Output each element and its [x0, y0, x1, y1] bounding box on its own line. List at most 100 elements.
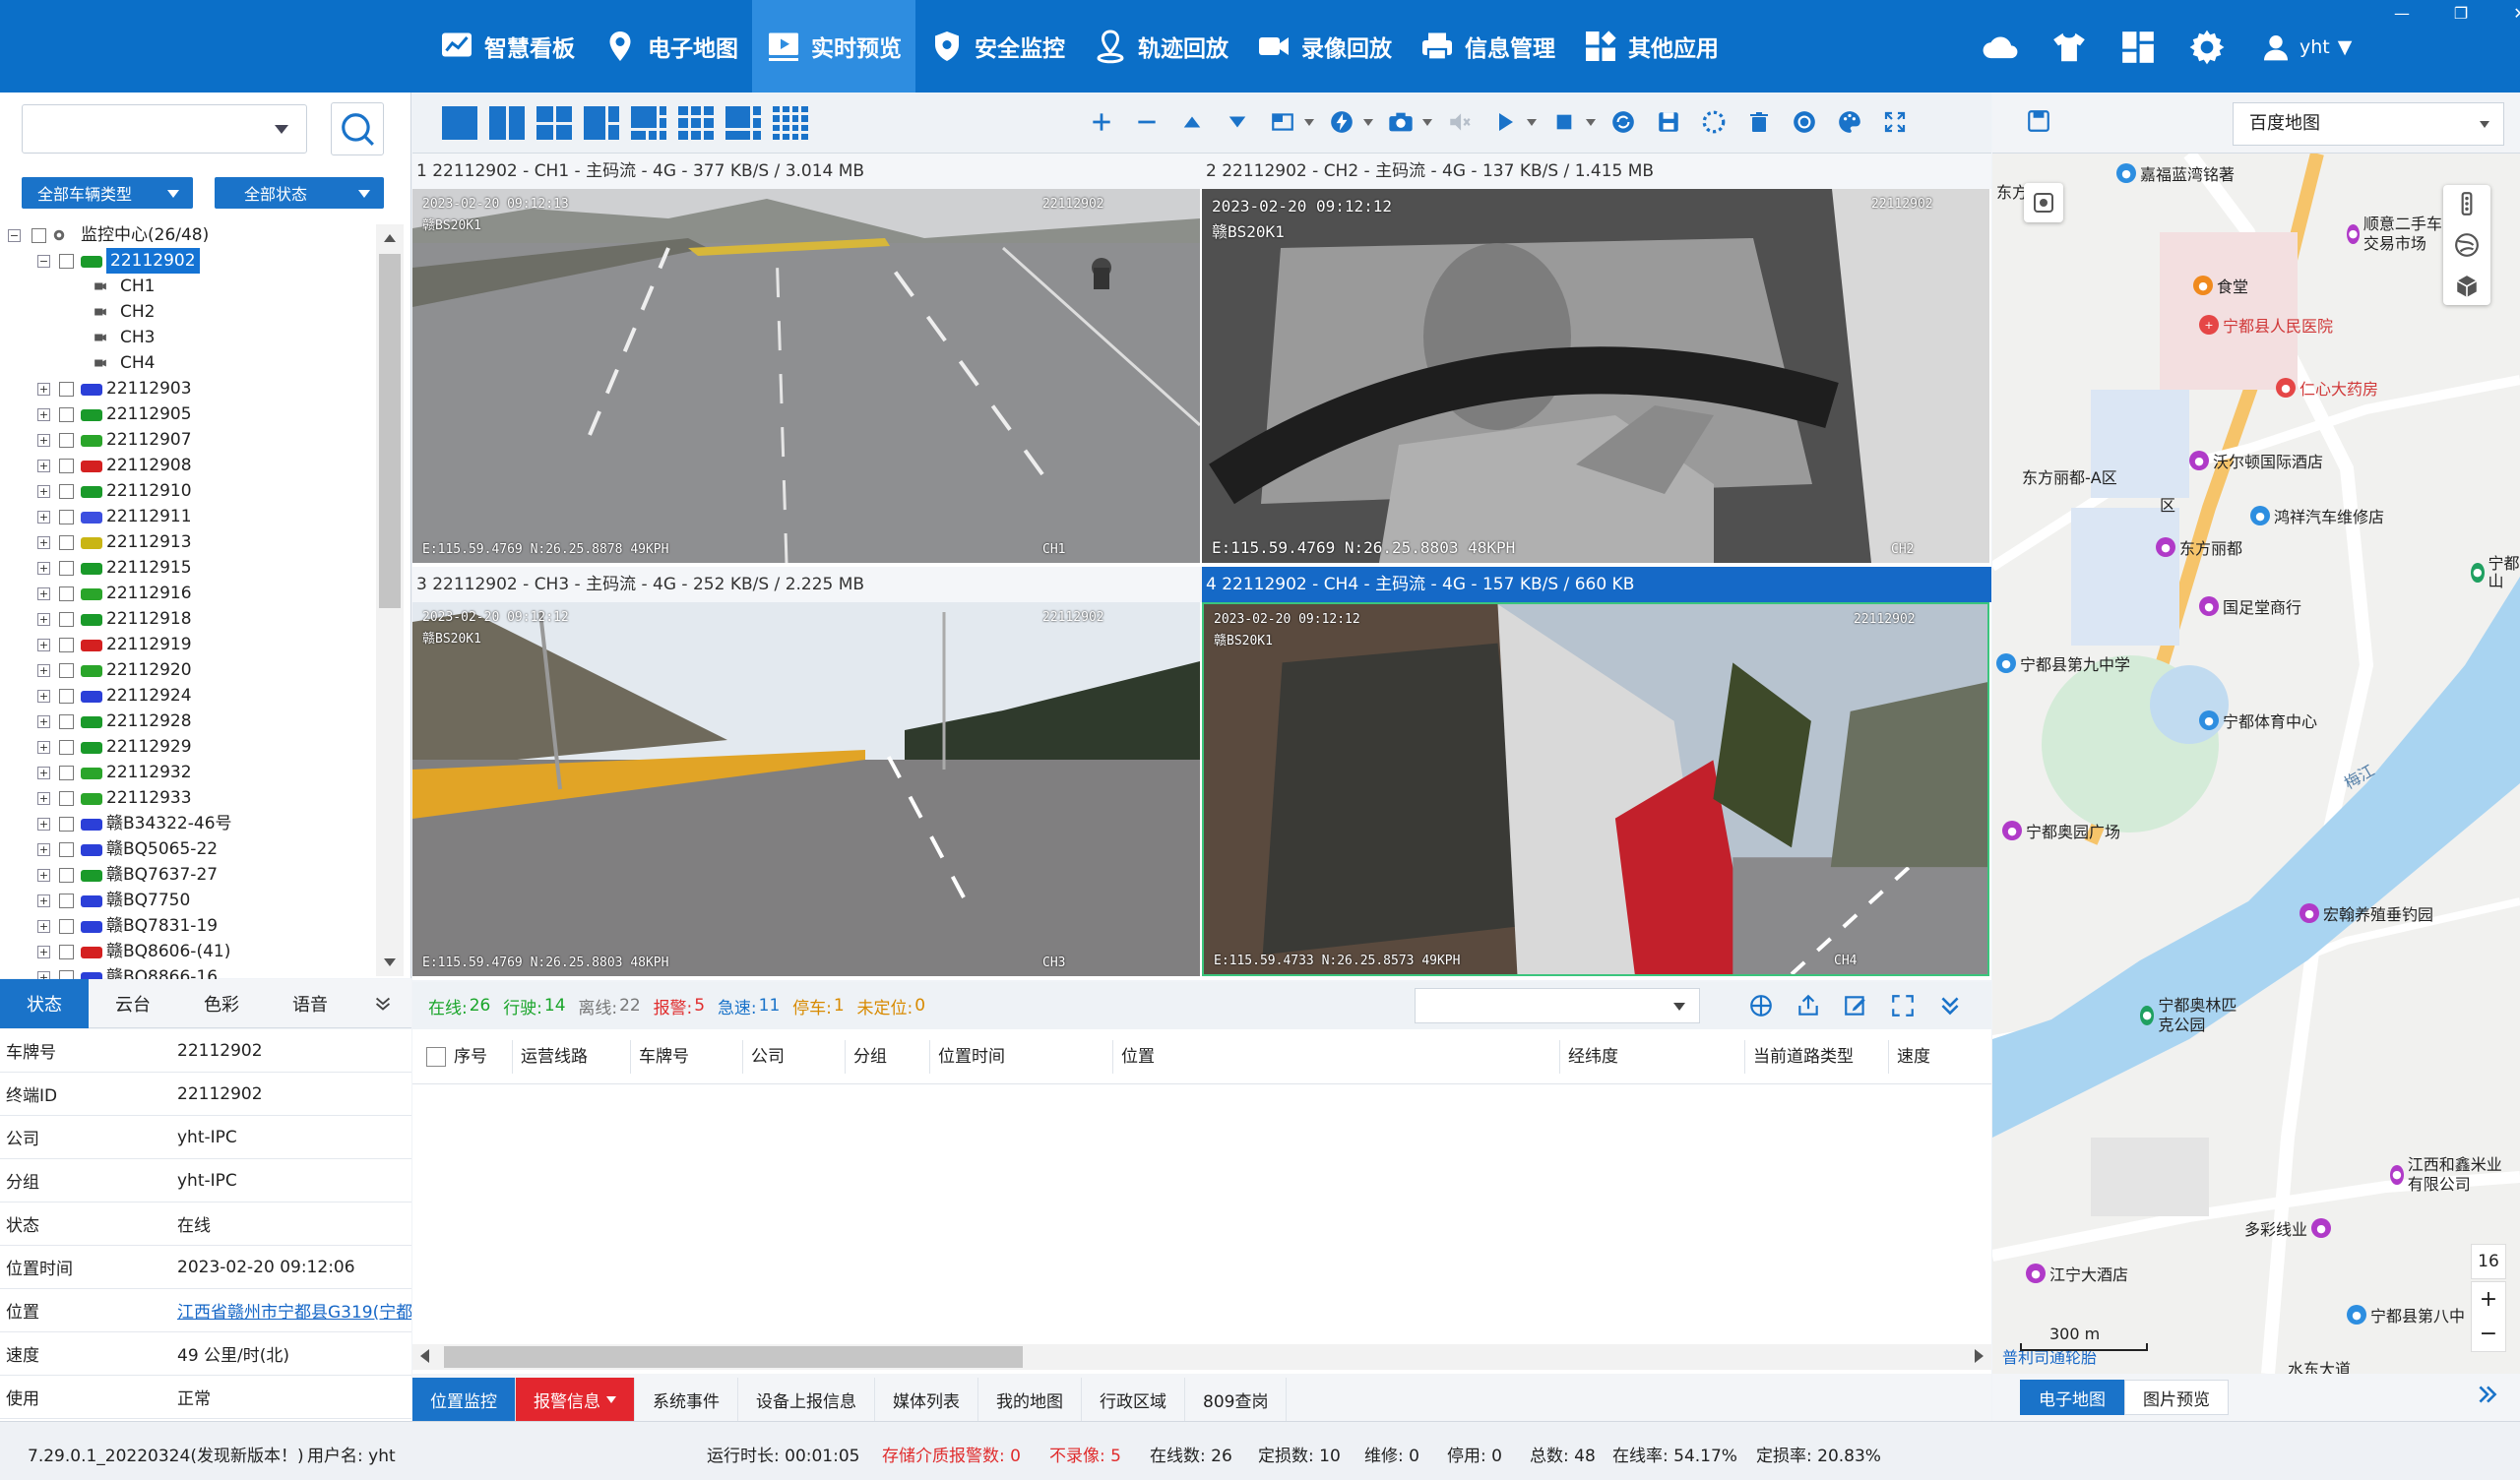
- tree-checkbox[interactable]: [59, 842, 74, 857]
- tree-checkbox[interactable]: [59, 535, 74, 550]
- tree-checkbox[interactable]: [59, 714, 74, 729]
- tree-vehicle[interactable]: +22112928: [0, 709, 374, 734]
- tree-vehicle[interactable]: +22112932: [0, 760, 374, 785]
- move-down-button[interactable]: [1220, 104, 1255, 140]
- play-button[interactable]: [1487, 104, 1537, 140]
- collapse-button[interactable]: [1932, 988, 1968, 1023]
- tab-electronic-map[interactable]: 电子地图: [2020, 1380, 2124, 1415]
- tree-vehicle[interactable]: +22112903: [0, 376, 374, 401]
- tree-checkbox[interactable]: [59, 766, 74, 780]
- tab-color[interactable]: 色彩: [177, 979, 266, 1028]
- globe-icon[interactable]: [2454, 232, 2480, 258]
- layout-9-button[interactable]: [678, 106, 714, 140]
- tab-alarm-info[interactable]: 报警信息: [516, 1378, 635, 1421]
- tree-vehicle[interactable]: +22112915: [0, 555, 374, 581]
- tree-channel[interactable]: CH3: [0, 325, 374, 350]
- tree-checkbox[interactable]: [59, 459, 74, 473]
- col-position-time[interactable]: 位置时间: [930, 1039, 1113, 1074]
- tree-checkbox[interactable]: [59, 433, 74, 448]
- collapse-button[interactable]: [354, 979, 411, 1027]
- expand-toggle[interactable]: +: [37, 562, 50, 575]
- col-plate[interactable]: 车牌号: [631, 1039, 743, 1074]
- tree-vehicle[interactable]: +22112920: [0, 657, 374, 683]
- settings-button[interactable]: [2185, 26, 2229, 69]
- table-horizontal-scrollbar[interactable]: [412, 1344, 1991, 1370]
- maximize-button[interactable]: ❐: [2441, 4, 2481, 23]
- status-dropdown[interactable]: [1415, 988, 1700, 1023]
- map-save-button[interactable]: [2026, 108, 2051, 139]
- expand-toggle[interactable]: +: [37, 946, 50, 958]
- tree-vehicle[interactable]: + 赣BQ7750: [0, 888, 374, 913]
- video-cell-3[interactable]: 3 22112902 - CH3 - 主码流 - 4G - 252 KB/S /…: [412, 567, 1202, 980]
- layout-6-button[interactable]: [584, 106, 619, 140]
- expand-toggle[interactable]: +: [37, 587, 50, 600]
- tree-checkbox[interactable]: [59, 612, 74, 627]
- expand-toggle[interactable]: +: [37, 460, 50, 472]
- expand-toggle[interactable]: +: [37, 715, 50, 728]
- vehicle-type-filter[interactable]: 全部车辆类型: [22, 177, 193, 209]
- map-poi[interactable]: + 宁都县人民医院: [2199, 313, 2333, 337]
- tree-vehicle[interactable]: + 赣B34322-46号: [0, 811, 374, 836]
- map-poi[interactable]: 东方丽都-A区: [2022, 464, 2117, 488]
- map-poi[interactable]: ● 宏翰养殖垂钓园: [2300, 901, 2433, 925]
- zoom-out-button[interactable]: −: [2480, 1322, 2497, 1346]
- nav-other-apps[interactable]: 其他应用: [1569, 0, 1732, 92]
- nav-live-preview[interactable]: 实时预览: [752, 0, 915, 92]
- scroll-right-icon[interactable]: [1975, 1349, 1984, 1363]
- tree-checkbox[interactable]: [59, 894, 74, 908]
- tree-vehicle[interactable]: +22112910: [0, 478, 374, 504]
- tree-vehicle[interactable]: +22112919: [0, 632, 374, 657]
- tree-channel[interactable]: CH1: [0, 274, 374, 299]
- tree-vehicle[interactable]: +22112916: [0, 581, 374, 606]
- tree-vehicle[interactable]: +22112907: [0, 427, 374, 453]
- tab-system-events[interactable]: 系统事件: [635, 1378, 738, 1421]
- tab-device-report[interactable]: 设备上报信息: [738, 1378, 875, 1421]
- tree-root[interactable]: − 监控中心(26/48): [0, 222, 374, 248]
- video-frame[interactable]: 2023-02-20 09:12:12 赣BS20K1 22112902 E:1…: [1202, 602, 1989, 976]
- video-frame[interactable]: 2023-02-20 09:12:12 赣BS20K1 22112902 E:1…: [412, 602, 1200, 976]
- tree-vehicle[interactable]: + 赣BQ8866-16: [0, 964, 374, 980]
- map-expand-button[interactable]: [2475, 1382, 2500, 1412]
- tree-vehicle[interactable]: +22112929: [0, 734, 374, 760]
- zoom-out-button[interactable]: [1129, 104, 1165, 140]
- layout-button[interactable]: [2116, 26, 2160, 69]
- expand-toggle[interactable]: +: [37, 639, 50, 651]
- color-button[interactable]: [1832, 104, 1867, 140]
- nav-dashboard[interactable]: 智慧看板: [425, 0, 589, 92]
- collapse-toggle[interactable]: −: [8, 229, 21, 242]
- expand-toggle[interactable]: +: [37, 664, 50, 677]
- fullscreen-button[interactable]: [1877, 104, 1913, 140]
- tree-checkbox[interactable]: [59, 407, 74, 422]
- tab-ptz[interactable]: 云台: [89, 979, 177, 1028]
- collapse-toggle[interactable]: −: [37, 255, 50, 268]
- layout-1-button[interactable]: [442, 106, 477, 140]
- map-poi[interactable]: ● 鸿祥汽车维修店: [2250, 504, 2384, 527]
- scroll-left-icon[interactable]: [420, 1349, 429, 1363]
- map-provider-select[interactable]: 百度地图: [2233, 102, 2504, 146]
- video-cell-2[interactable]: 2 22112902 - CH2 - 主码流 - 4G - 137 KB/S /…: [1202, 154, 1991, 567]
- map-poi[interactable]: ● 宁都山: [2471, 555, 2520, 590]
- skin-button[interactable]: [2048, 26, 2091, 69]
- tree-vehicle[interactable]: +22112933: [0, 785, 374, 811]
- tab-status[interactable]: 状态: [0, 979, 89, 1028]
- minimize-button[interactable]: —: [2382, 4, 2422, 23]
- tree-vehicle[interactable]: +22112918: [0, 606, 374, 632]
- tree-checkbox[interactable]: [59, 945, 74, 959]
- nav-map[interactable]: 电子地图: [589, 0, 752, 92]
- tab-809-check[interactable]: 809查岗: [1185, 1378, 1288, 1421]
- tab-my-map[interactable]: 我的地图: [978, 1378, 1082, 1421]
- expand-button[interactable]: [1885, 988, 1921, 1023]
- map-fullscreen-button[interactable]: [2024, 183, 2063, 222]
- tree-checkbox[interactable]: [59, 586, 74, 601]
- layout-4-button[interactable]: [536, 106, 572, 140]
- map-poi[interactable]: ● 江西和鑫米业有限公司: [2390, 1155, 2516, 1195]
- cube-3d-icon[interactable]: [2454, 274, 2480, 299]
- move-up-button[interactable]: [1174, 104, 1210, 140]
- expand-toggle[interactable]: +: [37, 383, 50, 396]
- map-poi[interactable]: ● 食堂: [2193, 274, 2248, 297]
- tree-checkbox[interactable]: [59, 817, 74, 832]
- zoom-in-button[interactable]: +: [2480, 1287, 2497, 1312]
- expand-toggle[interactable]: +: [37, 485, 50, 498]
- ptz-button[interactable]: [1787, 104, 1822, 140]
- status-filter[interactable]: 全部状态: [215, 177, 384, 209]
